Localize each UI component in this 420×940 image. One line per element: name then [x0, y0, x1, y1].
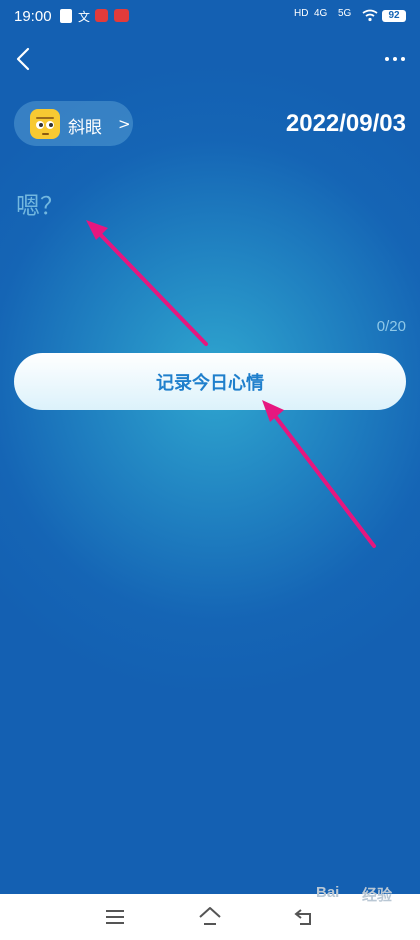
- red-app-icon-2: [114, 9, 129, 22]
- red-app-icon: [95, 9, 108, 22]
- squint-face-icon: [30, 109, 60, 139]
- text-icon: 文: [78, 10, 91, 24]
- watermark-brand: 经验: [362, 887, 393, 904]
- signal-5g: 5G: [338, 8, 352, 19]
- app-screen: 19:00 文 HD 4G 5G 92 斜眼 > 2022/09/03 0: [0, 0, 420, 940]
- entry-date: 2022/09/03: [285, 110, 406, 137]
- watermark: Bai: [316, 884, 340, 901]
- mood-selector-chip[interactable]: 斜眼 >: [14, 101, 133, 146]
- chevron-right-icon: >: [118, 115, 131, 133]
- wifi-icon: [362, 9, 378, 22]
- flag-icon: [60, 9, 72, 23]
- char-counter: 0/20: [376, 318, 406, 335]
- record-mood-button[interactable]: 记录今日心情: [14, 353, 406, 410]
- status-time: 19:00: [14, 8, 52, 25]
- status-bar: 19:00 文 HD 4G 5G 92: [0, 0, 420, 32]
- battery-indicator: 92: [382, 10, 406, 22]
- system-nav-bar: [0, 894, 420, 940]
- mood-text-input[interactable]: [16, 186, 396, 226]
- back-button[interactable]: [12, 46, 36, 72]
- back-icon[interactable]: [292, 904, 318, 928]
- hd-indicator: HD: [294, 8, 309, 19]
- menu-icon[interactable]: [104, 908, 126, 926]
- arrow-to-button: [262, 400, 376, 548]
- mood-label: 斜眼: [68, 118, 102, 138]
- more-dots-icon[interactable]: [382, 50, 408, 68]
- signal-4g: 4G: [314, 8, 328, 19]
- home-icon[interactable]: [197, 904, 223, 928]
- arrow-to-input: [86, 220, 208, 346]
